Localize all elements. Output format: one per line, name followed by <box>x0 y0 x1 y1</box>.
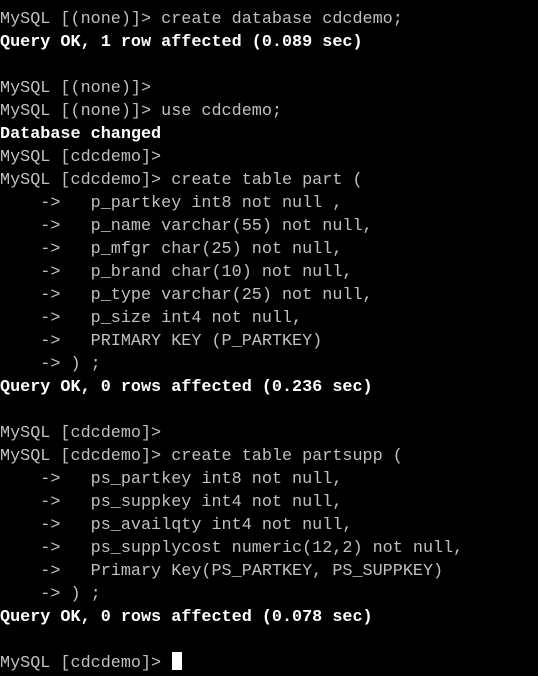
terminal-line: -> p_mfgr char(25) not null, <box>0 240 343 259</box>
terminal-line: MySQL [cdcdemo]> create table part ( <box>0 171 363 190</box>
terminal-line: MySQL [cdcdemo]> <box>0 148 162 167</box>
terminal-line: -> ) ; <box>0 355 101 374</box>
terminal-line: -> PRIMARY KEY (P_PARTKEY) <box>0 332 323 351</box>
terminal-line: MySQL [(none)]> create database cdcdemo; <box>0 10 403 29</box>
terminal-line: MySQL [(none)]> <box>0 79 152 98</box>
terminal-line: -> p_name varchar(55) not null, <box>0 217 373 236</box>
terminal-line: MySQL [(none)]> use cdcdemo; <box>0 102 282 121</box>
terminal-line: -> p_partkey int8 not null , <box>0 194 343 213</box>
terminal-line: MySQL [cdcdemo]> <box>0 424 162 443</box>
terminal-result-line: Query OK, 0 rows affected (0.236 sec) <box>0 378 373 397</box>
terminal-line: -> Primary Key(PS_PARTKEY, PS_SUPPKEY) <box>0 562 444 581</box>
terminal-result-line: Query OK, 1 row affected (0.089 sec) <box>0 33 363 52</box>
terminal-result-line: Query OK, 0 rows affected (0.078 sec) <box>0 608 373 627</box>
terminal-line: -> ps_partkey int8 not null, <box>0 470 343 489</box>
terminal-line: -> ps_suppkey int4 not null, <box>0 493 343 512</box>
terminal-prompt: MySQL [cdcdemo]> <box>0 654 172 673</box>
cursor-icon <box>172 652 183 670</box>
terminal-line: -> p_size int4 not null, <box>0 309 303 328</box>
terminal-line: -> p_type varchar(25) not null, <box>0 286 373 305</box>
terminal-result-line: Database changed <box>0 125 162 144</box>
terminal-line: -> p_brand char(10) not null, <box>0 263 353 282</box>
terminal-output: MySQL [(none)]> create database cdcdemo;… <box>0 8 538 652</box>
terminal-line: -> ) ; <box>0 585 101 604</box>
terminal-prompt-line[interactable]: MySQL [cdcdemo]> <box>0 652 538 675</box>
terminal-line: -> ps_availqty int4 not null, <box>0 516 353 535</box>
terminal-window[interactable]: MySQL [(none)]> create database cdcdemo;… <box>0 0 538 676</box>
terminal-line: MySQL [cdcdemo]> create table partsupp ( <box>0 447 403 466</box>
terminal-line: -> ps_supplycost numeric(12,2) not null, <box>0 539 464 558</box>
